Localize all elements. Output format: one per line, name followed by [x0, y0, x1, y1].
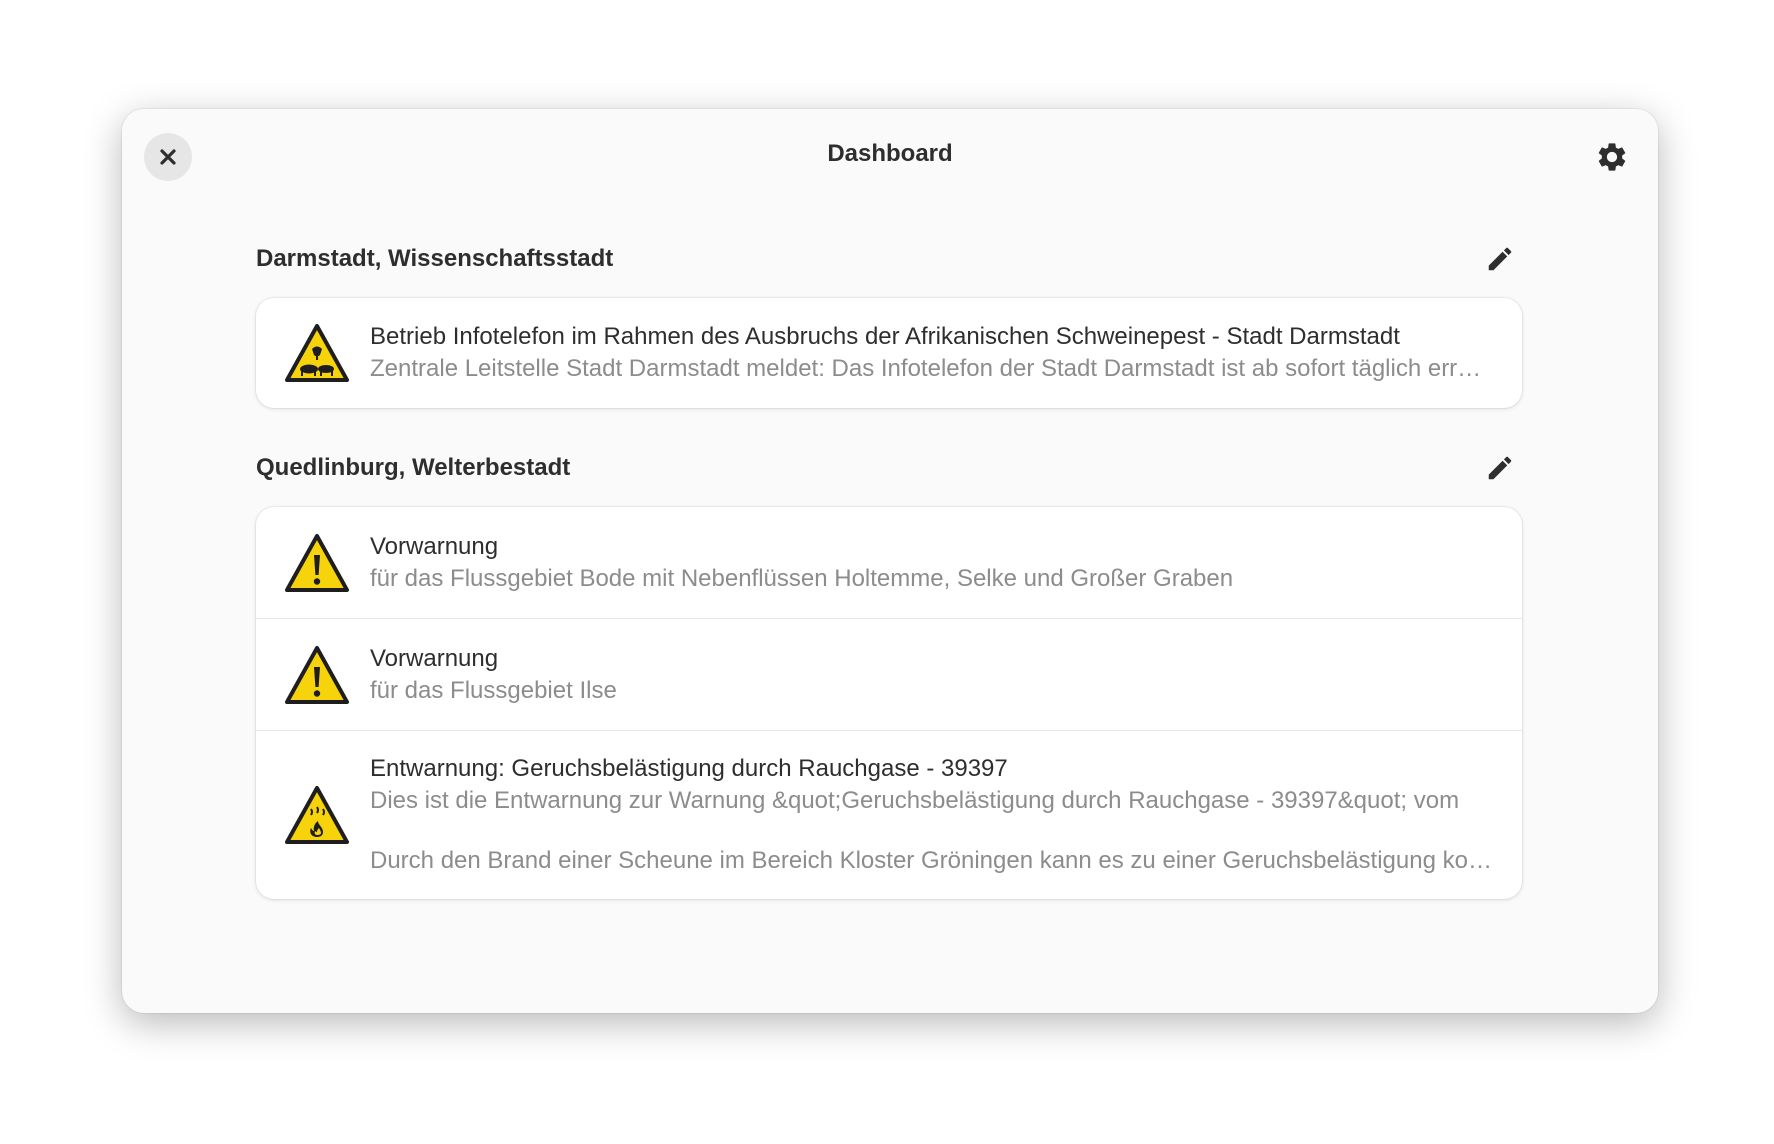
- warning-title: Entwarnung: Geruchsbelästigung durch Rau…: [370, 755, 1008, 782]
- warning-description: Dies ist die Entwarnung zur Warnung &quo…: [370, 787, 1460, 814]
- list-item-texts: Entwarnung: Geruchsbelästigung durch Rau…: [370, 753, 1494, 877]
- warning-description: für das Flussgebiet Bode mit Nebenflüsse…: [370, 564, 1234, 592]
- dashboard-content: Darmstadt, Wissenschaftsstadt Betrieb In…: [256, 239, 1522, 899]
- section-header: Quedlinburg, Welterbestadt: [256, 448, 1522, 488]
- dashboard-window: Dashboard Darmstadt, Wissenschaftsstadt: [122, 109, 1658, 1013]
- list-item-texts: Betrieb Infotelefon im Rahmen des Ausbru…: [370, 321, 1494, 385]
- pencil-icon: [1488, 456, 1512, 480]
- settings-button[interactable]: [1588, 133, 1636, 181]
- exclamation-warning-icon: [285, 533, 349, 592]
- list-item[interactable]: Vorwarnung für das Flussgebiet Bode mit …: [256, 507, 1522, 618]
- location-section-darmstadt: Darmstadt, Wissenschaftsstadt Betrieb In…: [256, 239, 1522, 408]
- section-title: Darmstadt, Wissenschaftsstadt: [256, 245, 614, 272]
- warning-description: für das Flussgebiet Ilse: [370, 676, 617, 704]
- list-item[interactable]: Betrieb Infotelefon im Rahmen des Ausbru…: [256, 298, 1522, 408]
- section-header: Darmstadt, Wissenschaftsstadt: [256, 239, 1522, 279]
- edit-location-button[interactable]: [1480, 448, 1520, 488]
- warning-title: Betrieb Infotelefon im Rahmen des Ausbru…: [370, 323, 1400, 350]
- edit-location-button[interactable]: [1480, 239, 1520, 279]
- list-item[interactable]: Vorwarnung für das Flussgebiet Ilse: [256, 618, 1522, 730]
- exclamation-warning-icon: [285, 645, 349, 704]
- fire-smoke-warning-icon: [285, 786, 349, 844]
- page-title: Dashboard: [827, 140, 953, 167]
- section-title: Quedlinburg, Welterbestadt: [256, 454, 571, 481]
- list-item-texts: Vorwarnung für das Flussgebiet Bode mit …: [370, 531, 1494, 595]
- list-item[interactable]: Entwarnung: Geruchsbelästigung durch Rau…: [256, 730, 1522, 899]
- gear-icon: [1598, 143, 1626, 171]
- warnings-card: Betrieb Infotelefon im Rahmen des Ausbru…: [256, 298, 1522, 408]
- warning-title: Vorwarnung: [370, 644, 499, 672]
- warnings-card: Vorwarnung für das Flussgebiet Bode mit …: [256, 507, 1522, 899]
- list-item-texts: Vorwarnung für das Flussgebiet Ilse: [370, 643, 1494, 707]
- pencil-icon: [1488, 247, 1512, 271]
- warning-description: Zentrale Leitstelle Stadt Darmstadt meld…: [370, 355, 1494, 382]
- location-section-quedlinburg: Quedlinburg, Welterbestadt Vorwarnung fü…: [256, 448, 1522, 899]
- warning-description-detail: Durch den Brand einer Scheune im Bereich…: [370, 847, 1494, 874]
- animal-disease-warning-icon: [285, 324, 349, 382]
- warning-title: Vorwarnung: [370, 532, 499, 560]
- header-bar: Dashboard: [122, 109, 1658, 203]
